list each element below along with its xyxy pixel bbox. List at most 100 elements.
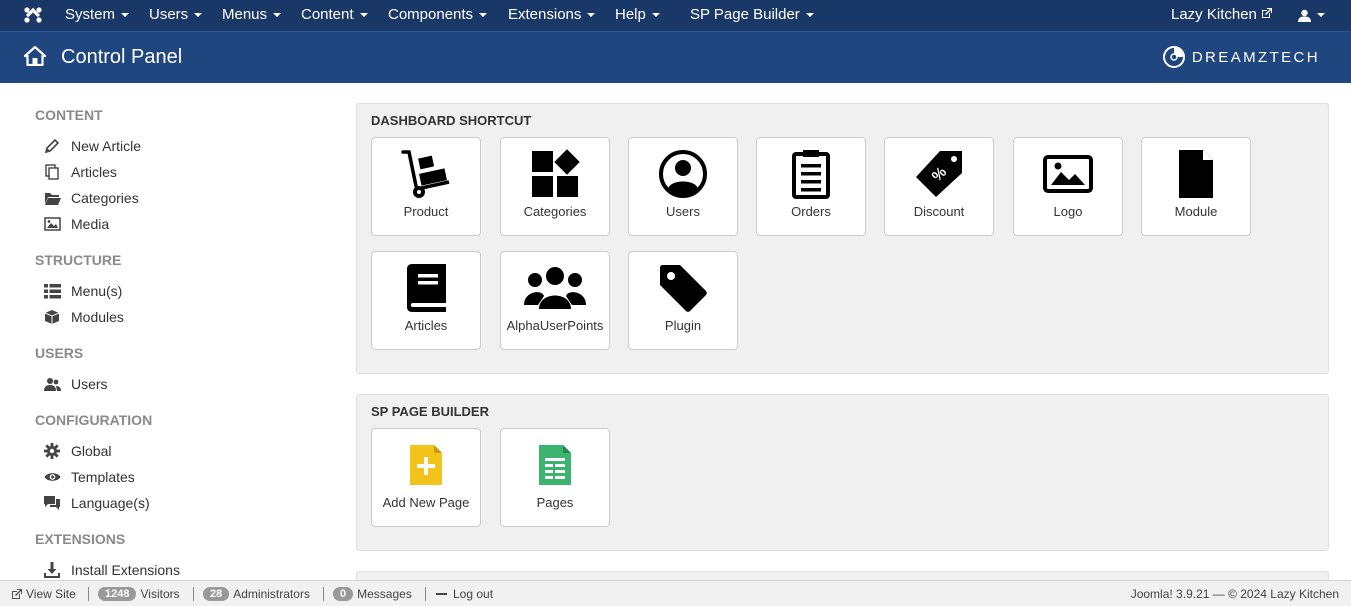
- sidebar-item-media[interactable]: Media: [43, 213, 109, 235]
- sidebar-item-users[interactable]: Users: [43, 373, 108, 395]
- caret-down-icon: [805, 13, 814, 18]
- status-bar: View Site 1248 Visitors 28 Administrator…: [0, 580, 1351, 606]
- dreamztech-logo-icon: [1162, 46, 1185, 68]
- sidebar-item-install-extensions[interactable]: Install Extensions: [43, 559, 180, 581]
- tile-module[interactable]: Module: [1141, 137, 1251, 236]
- sp-page-builder-panel: SP PAGE BUILDER Add New Page Pages: [356, 394, 1329, 551]
- admins-label: Administrators: [233, 587, 310, 601]
- caret-down-icon: [194, 13, 203, 18]
- sidebar-item-categories[interactable]: Categories: [43, 187, 139, 209]
- view-site-link[interactable]: View Site: [11, 581, 76, 606]
- tile-discount[interactable]: % Discount: [884, 137, 994, 236]
- sidebar-item-languages[interactable]: Language(s): [43, 492, 150, 514]
- version-copyright: Joomla! 3.9.21 — © 2024 Lazy Kitchen: [1130, 587, 1339, 601]
- tile-label: Plugin: [664, 318, 702, 333]
- site-link-label: Lazy Kitchen: [1171, 6, 1257, 23]
- download-icon: [43, 561, 61, 579]
- pages-sheet-icon: [501, 439, 609, 491]
- tile-label: Orders: [791, 204, 831, 219]
- cube-icon: [43, 308, 61, 326]
- external-link-icon: [12, 588, 22, 599]
- sidebar-heading-content: CONTENT: [35, 107, 103, 123]
- sidebar-item-label: New Article: [71, 138, 142, 154]
- menu-menus[interactable]: Menus: [222, 0, 282, 31]
- page-header: Control Panel DREAMZTECH: [0, 31, 1351, 83]
- logout-link[interactable]: Log out: [436, 581, 493, 606]
- caret-down-icon: [359, 13, 368, 18]
- caret-down-icon: [587, 13, 596, 18]
- tile-label: Product: [403, 204, 449, 219]
- book-icon: [372, 262, 480, 314]
- tile-articles[interactable]: Articles: [371, 251, 481, 350]
- tile-logo[interactable]: Logo: [1013, 137, 1123, 236]
- menu-extensions[interactable]: Extensions: [508, 0, 596, 31]
- menu-help[interactable]: Help: [615, 0, 660, 31]
- sidebar: CONTENT New Article Articles Categories …: [0, 83, 340, 580]
- menu-label: System: [65, 6, 116, 23]
- user-group-icon: [501, 262, 609, 314]
- tile-plugin[interactable]: Plugin: [628, 251, 738, 350]
- user-circle-icon: [629, 148, 737, 200]
- sidebar-item-articles[interactable]: Articles: [43, 161, 117, 183]
- minus-icon: [436, 593, 447, 595]
- menu-sp-page-builder[interactable]: SP Page Builder: [690, 0, 814, 31]
- top-navbar: System Users Menus Content Components Ex…: [0, 0, 1351, 31]
- sidebar-item-label: Categories: [71, 190, 139, 206]
- menu-label: Content: [301, 6, 354, 23]
- folder-open-icon: [43, 189, 61, 207]
- view-site-label: View Site: [26, 587, 76, 601]
- tile-categories[interactable]: Categories: [500, 137, 610, 236]
- sidebar-item-new-article[interactable]: New Article: [43, 135, 141, 157]
- admins-count-badge: 28: [203, 587, 230, 601]
- caret-down-icon: [651, 13, 660, 18]
- menu-label: Extensions: [508, 6, 582, 23]
- sidebar-item-label: Users: [71, 376, 108, 392]
- brand-logo: DREAMZTECH: [1162, 44, 1320, 70]
- sidebar-item-modules[interactable]: Modules: [43, 306, 124, 328]
- tile-add-new-page[interactable]: Add New Page: [371, 428, 481, 527]
- page-title: Control Panel: [61, 46, 183, 68]
- tile-alphauserpoints[interactable]: AlphaUserPoints: [500, 251, 610, 350]
- sidebar-item-label: Templates: [71, 469, 135, 485]
- external-link-icon: [1261, 1, 1272, 31]
- tile-product[interactable]: Product: [371, 137, 481, 236]
- tile-users[interactable]: Users: [628, 137, 738, 236]
- sidebar-item-menus[interactable]: Menu(s): [43, 280, 122, 302]
- visitors-count-badge: 1248: [98, 587, 137, 601]
- cog-icon: [43, 442, 61, 460]
- joomla-logo-icon[interactable]: [22, 5, 44, 25]
- home-icon: [24, 46, 46, 66]
- sidebar-item-label: Modules: [71, 309, 124, 325]
- sidebar-item-label: Language(s): [71, 495, 150, 511]
- pencil-icon: [43, 137, 61, 155]
- menu-system[interactable]: System: [65, 0, 130, 31]
- tile-orders[interactable]: Orders: [756, 137, 866, 236]
- clipboard-list-icon: [757, 148, 865, 200]
- sidebar-item-label: Articles: [71, 164, 117, 180]
- sidebar-heading-structure: STRUCTURE: [35, 252, 122, 268]
- add-page-icon: [372, 439, 480, 491]
- messages-status[interactable]: 0 Messages: [333, 581, 412, 606]
- tile-pages[interactable]: Pages: [500, 428, 610, 527]
- picture-icon: [1014, 148, 1122, 200]
- image-icon: [43, 215, 61, 233]
- menu-content[interactable]: Content: [301, 0, 368, 31]
- categories-grid-icon: [501, 148, 609, 200]
- dashboard-shortcut-panel: DASHBOARD SHORTCUT Product Categories Us…: [356, 103, 1329, 374]
- tile-label: AlphaUserPoints: [506, 318, 604, 333]
- menu-users[interactable]: Users: [149, 0, 203, 31]
- separator: [193, 587, 194, 601]
- user-menu[interactable]: [1298, 0, 1325, 31]
- menu-components[interactable]: Components: [388, 0, 488, 31]
- sidebar-item-label: Media: [71, 216, 110, 232]
- site-link[interactable]: Lazy Kitchen: [1171, 0, 1272, 31]
- sidebar-item-global[interactable]: Global: [43, 440, 111, 462]
- panel-title: DASHBOARD SHORTCUT: [371, 113, 532, 128]
- tile-label: Articles: [404, 318, 448, 333]
- separator: [88, 587, 89, 601]
- menu-label: Menus: [222, 6, 268, 23]
- copy-icon: [43, 163, 61, 181]
- sidebar-item-templates[interactable]: Templates: [43, 466, 135, 488]
- tile-label: Module: [1174, 204, 1218, 219]
- messages-label: Messages: [357, 587, 412, 601]
